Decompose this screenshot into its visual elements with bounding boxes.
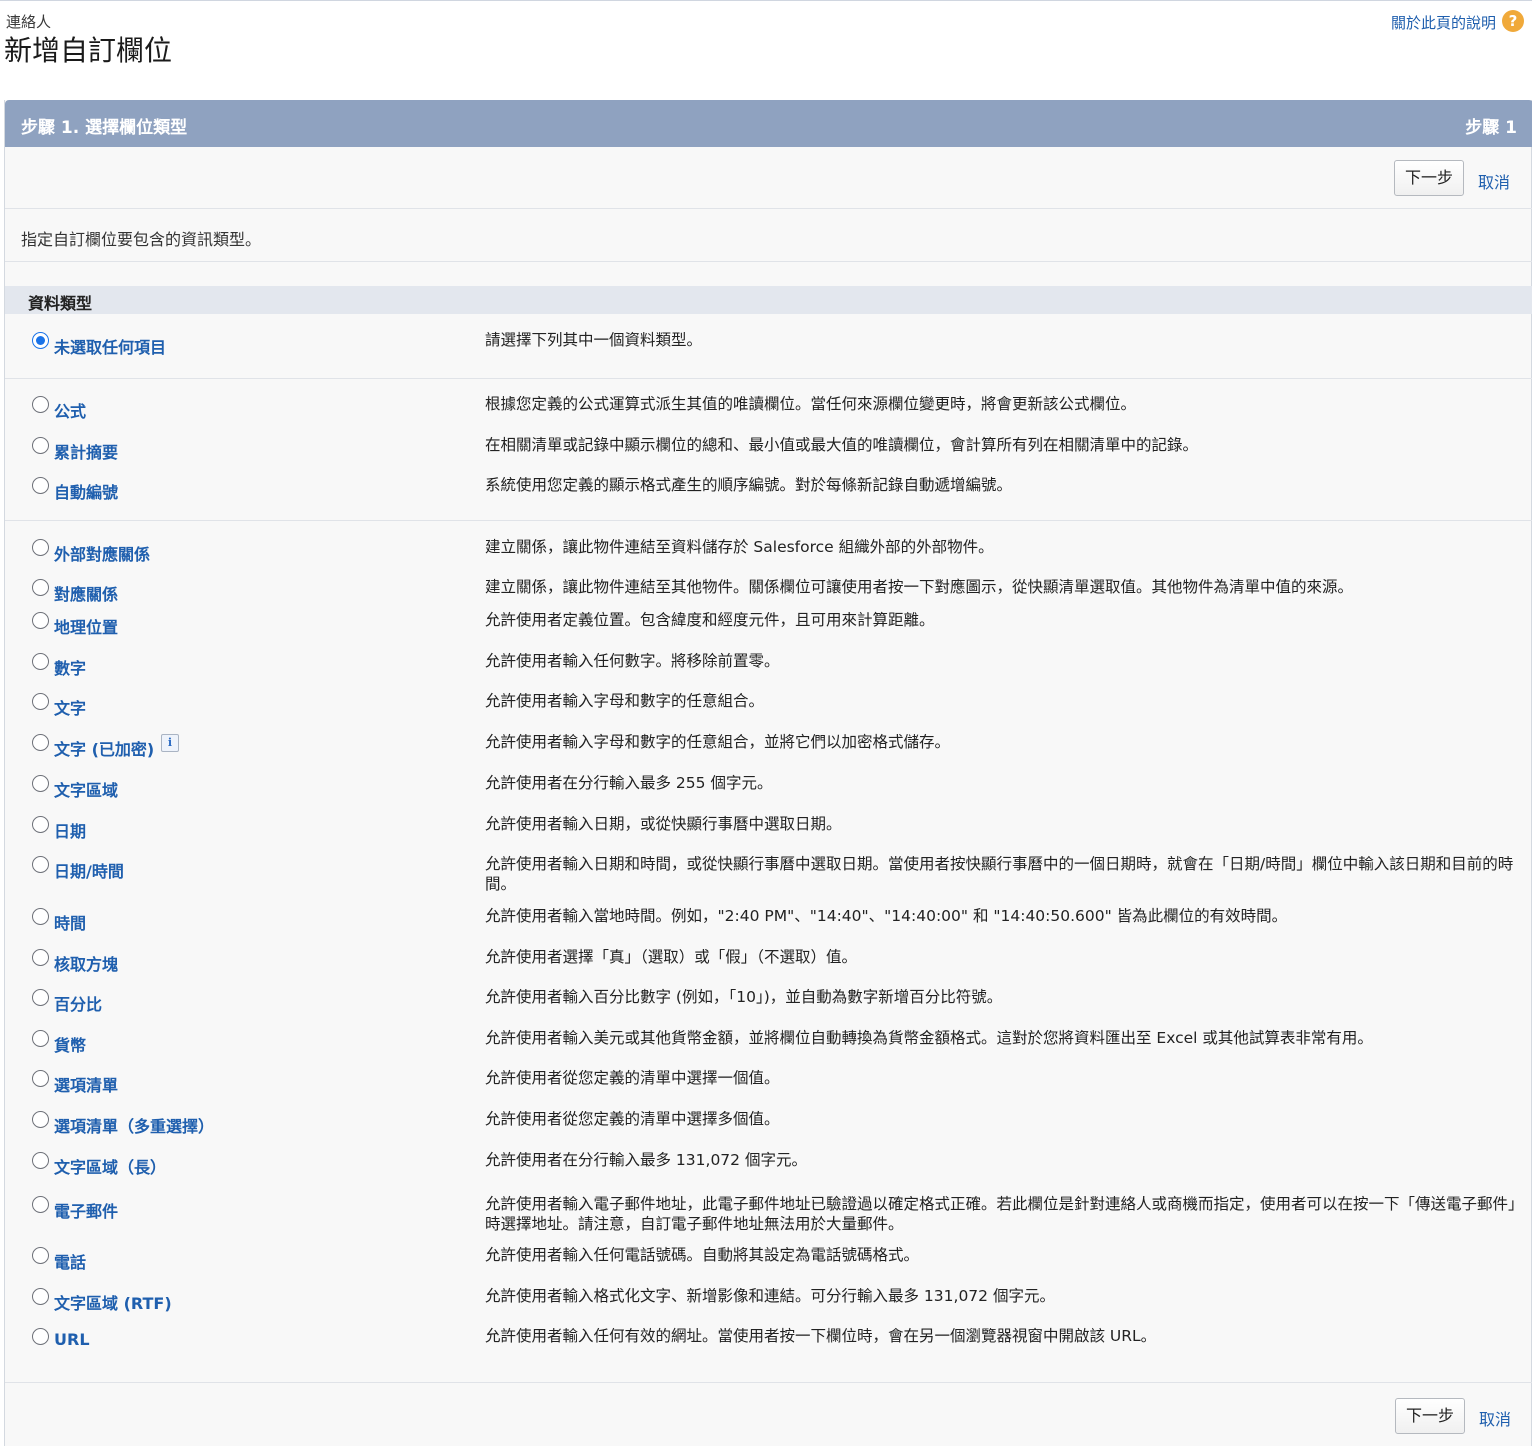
option-label[interactable]: 選項清單（多重選擇） bbox=[54, 1113, 214, 1137]
option-label[interactable]: 時間 bbox=[54, 910, 86, 934]
option-description: 允許使用者輸入任何數字。將移除前置零。 bbox=[485, 652, 780, 670]
radio-button[interactable] bbox=[32, 612, 49, 629]
radio-button[interactable] bbox=[32, 477, 49, 494]
option-label[interactable]: 電話 bbox=[54, 1249, 86, 1273]
option-description: 建立關係，讓此物件連結至其他物件。關係欄位可讓使用者按一下對應圖示，從快顯清單選… bbox=[485, 578, 1354, 596]
option-description: 在相關清單或記錄中顯示欄位的總和、最小值或最大值的唯讀欄位，會計算所有列在相關清… bbox=[485, 436, 1199, 454]
radio-button[interactable] bbox=[32, 908, 49, 925]
option-description: 系統使用您定義的顯示格式產生的順序編號。對於每條新記錄自動遞增編號。 bbox=[485, 476, 1013, 494]
page-title: 新增自訂欄位 bbox=[4, 34, 173, 67]
option-label[interactable]: 文字區域 (RTF) bbox=[54, 1290, 172, 1314]
option-label[interactable]: 日期/時間 bbox=[54, 858, 124, 882]
next-button-top[interactable]: 下一步 bbox=[1394, 160, 1465, 196]
step-header: 步驟 1. 選擇欄位類型 步驟 1 bbox=[5, 100, 1532, 147]
option-label[interactable]: 數字 bbox=[54, 655, 86, 679]
option-label[interactable]: 百分比 bbox=[54, 991, 102, 1015]
option-label[interactable]: 自動編號 bbox=[54, 479, 118, 503]
page-header: 連絡人 新增自訂欄位 關於此頁的說明 ? bbox=[0, 0, 1532, 100]
option-description: 允許使用者從您定義的清單中選擇多個值。 bbox=[485, 1110, 780, 1128]
help-link[interactable]: 關於此頁的說明 bbox=[1391, 12, 1496, 33]
option-label[interactable]: 地理位置 bbox=[54, 614, 118, 638]
radio-button[interactable] bbox=[32, 693, 49, 710]
option-label[interactable]: 核取方塊 bbox=[54, 951, 118, 975]
option-description: 允許使用者輸入當地時間。例如，"2:40 PM"、"14:40"、"14:40:… bbox=[485, 907, 1288, 925]
option-description: 根據您定義的公式運算式派生其值的唯讀欄位。當任何來源欄位變更時，將會更新該公式欄… bbox=[485, 395, 1137, 413]
option-label[interactable]: 外部對應關係 bbox=[54, 541, 150, 565]
radio-button[interactable] bbox=[32, 332, 49, 349]
option-label[interactable]: 日期 bbox=[54, 818, 86, 842]
next-button-bottom[interactable]: 下一步 bbox=[1395, 1398, 1466, 1434]
option-label[interactable]: 未選取任何項目 bbox=[54, 334, 166, 358]
option-label[interactable]: 文字區域 bbox=[54, 777, 118, 801]
radio-button[interactable] bbox=[32, 816, 49, 833]
option-description: 允許使用者輸入日期，或從快顯行事曆中選取日期。 bbox=[485, 815, 842, 833]
option-label[interactable]: URL bbox=[54, 1330, 90, 1349]
divider bbox=[5, 1382, 1532, 1383]
option-description: 允許使用者輸入美元或其他貨幣金額，並將欄位自動轉換為貨幣金額格式。這對於您將資料… bbox=[485, 1029, 1373, 1047]
option-label[interactable]: 文字 bbox=[54, 695, 86, 719]
option-description: 允許使用者輸入任何電話號碼。自動將其設定為電話號碼格式。 bbox=[485, 1246, 920, 1264]
instruction-text: 指定自訂欄位要包含的資訊類型。 bbox=[21, 230, 262, 249]
cancel-link-top[interactable]: 取消 bbox=[1478, 169, 1510, 193]
divider bbox=[5, 208, 1532, 209]
option-description: 允許使用者輸入格式化文字、新增影像和連結。可分行輸入最多 131,072 個字元… bbox=[485, 1287, 1055, 1305]
step-panel: 步驟 1. 選擇欄位類型 步驟 1 下一步 取消 指定自訂欄位要包含的資訊類型。… bbox=[4, 100, 1532, 1446]
radio-button[interactable] bbox=[32, 539, 49, 556]
option-description: 請選擇下列其中一個資料類型。 bbox=[485, 331, 703, 349]
option-description: 允許使用者輸入字母和數字的任意組合，並將它們以加密格式儲存。 bbox=[485, 733, 951, 751]
option-label[interactable]: 累計摘要 bbox=[54, 439, 118, 463]
option-description: 建立關係，讓此物件連結至資料儲存於 Salesforce 組織外部的外部物件。 bbox=[485, 538, 994, 556]
info-icon[interactable]: i bbox=[161, 734, 179, 752]
radio-button[interactable] bbox=[32, 775, 49, 792]
option-label[interactable]: 選項清單 bbox=[54, 1072, 118, 1096]
radio-button[interactable] bbox=[32, 1152, 49, 1169]
radio-button[interactable] bbox=[32, 949, 49, 966]
option-description: 允許使用者輸入百分比數字 (例如，「10」)，並自動為數字新增百分比符號。 bbox=[485, 988, 1003, 1006]
radio-button[interactable] bbox=[32, 1288, 49, 1305]
option-description: 允許使用者定義位置。包含緯度和經度元件，且可用來計算距離。 bbox=[485, 611, 935, 629]
section-title: 資料類型 bbox=[28, 294, 93, 313]
option-description: 允許使用者在分行輸入最多 131,072 個字元。 bbox=[485, 1151, 807, 1169]
radio-button[interactable] bbox=[32, 1328, 49, 1345]
option-label[interactable]: 對應關係 bbox=[54, 581, 118, 605]
radio-button[interactable] bbox=[32, 1196, 49, 1213]
section-header: 資料類型 bbox=[5, 286, 1532, 314]
radio-button[interactable] bbox=[32, 1030, 49, 1047]
radio-button[interactable] bbox=[32, 396, 49, 413]
radio-button[interactable] bbox=[32, 579, 49, 596]
option-description: 允許使用者從您定義的清單中選擇一個值。 bbox=[485, 1069, 780, 1087]
radio-button[interactable] bbox=[32, 1247, 49, 1264]
radio-button[interactable] bbox=[32, 989, 49, 1006]
radio-button[interactable] bbox=[32, 653, 49, 670]
divider bbox=[5, 378, 1532, 379]
radio-button[interactable] bbox=[32, 1111, 49, 1128]
help-icon[interactable]: ? bbox=[1502, 10, 1524, 32]
option-description: 允許使用者輸入電子郵件地址，此電子郵件地址已驗證過以確定格式正確。若此欄位是針對… bbox=[485, 1195, 1524, 1233]
radio-button[interactable] bbox=[32, 437, 49, 454]
option-description: 允許使用者輸入字母和數字的任意組合。 bbox=[485, 692, 765, 710]
option-label[interactable]: 文字區域（長） bbox=[54, 1154, 166, 1178]
step-indicator: 步驟 1 bbox=[1465, 118, 1517, 138]
radio-button[interactable] bbox=[32, 1070, 49, 1087]
radio-button[interactable] bbox=[32, 856, 49, 873]
step-title: 步驟 1. 選擇欄位類型 bbox=[21, 118, 188, 138]
option-description: 允許使用者輸入日期和時間，或從快顯行事曆中選取日期。當使用者按快顯行事曆中的一個… bbox=[485, 855, 1514, 893]
divider bbox=[5, 261, 1532, 262]
option-label[interactable]: 電子郵件 bbox=[54, 1198, 118, 1222]
option-label[interactable]: 貨幣 bbox=[54, 1032, 86, 1056]
option-description: 允許使用者在分行輸入最多 255 個字元。 bbox=[485, 774, 773, 792]
option-label[interactable]: 公式 bbox=[54, 398, 86, 422]
option-label[interactable]: 文字 (已加密) bbox=[54, 736, 154, 760]
divider bbox=[5, 520, 1532, 521]
option-description: 允許使用者輸入任何有效的網址。當使用者按一下欄位時，會在另一個瀏覽器視窗中開啟該… bbox=[485, 1327, 1157, 1345]
option-description: 允許使用者選擇「真」（選取）或「假」（不選取）值。 bbox=[485, 948, 858, 966]
cancel-link-bottom[interactable]: 取消 bbox=[1479, 1406, 1511, 1430]
radio-button[interactable] bbox=[32, 734, 49, 751]
